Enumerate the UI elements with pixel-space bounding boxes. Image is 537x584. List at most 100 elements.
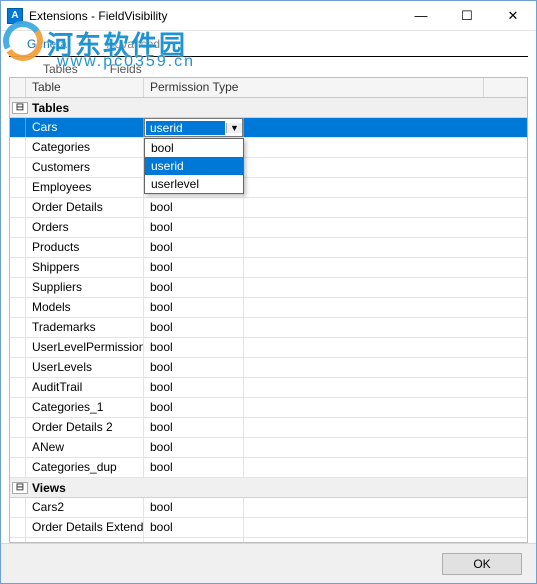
grid-header-expand-col: [10, 78, 26, 97]
table-row[interactable]: Trademarksbool: [10, 318, 527, 338]
dropdown-option[interactable]: userlevel: [145, 175, 243, 193]
row-gutter: [10, 518, 26, 537]
group-label: Views: [30, 481, 66, 495]
cell-permission-type[interactable]: bool: [144, 358, 244, 377]
table-row[interactable]: Shippersbool: [10, 258, 527, 278]
row-gutter: [10, 438, 26, 457]
table-row[interactable]: Order Details Extendedbool: [10, 518, 527, 538]
table-row[interactable]: Suppliersbool: [10, 278, 527, 298]
cell-permission-type[interactable]: bool: [144, 398, 244, 417]
titlebar: A Extensions - FieldVisibility — ☐ ✕: [1, 1, 536, 31]
table-row[interactable]: Cars2bool: [10, 498, 527, 518]
dropdown-option[interactable]: userid: [145, 157, 243, 175]
table-row[interactable]: Orders2bool: [10, 538, 527, 542]
cell-permission-type[interactable]: bool: [144, 418, 244, 437]
row-gutter: [10, 538, 26, 542]
cell-permission-type[interactable]: bool: [144, 498, 244, 517]
table-row[interactable]: Productsbool: [10, 238, 527, 258]
table-row[interactable]: Ordersbool: [10, 218, 527, 238]
row-gutter: [10, 238, 26, 257]
grid-body[interactable]: ⊟TablesCarsuserid▼CategoriesboolCustomer…: [10, 98, 527, 542]
table-row[interactable]: Customersbool: [10, 158, 527, 178]
tab-advanced[interactable]: Advanced: [89, 33, 178, 56]
grid-panel: Table Permission Type ⊟TablesCarsuserid▼…: [9, 77, 528, 543]
cell-table-name: Models: [26, 298, 144, 317]
table-row[interactable]: UserLevelPermissionsbool: [10, 338, 527, 358]
table-row[interactable]: Categories_1bool: [10, 398, 527, 418]
subtab-fields[interactable]: Fields: [94, 59, 158, 79]
close-button[interactable]: ✕: [490, 1, 536, 30]
group-row[interactable]: ⊟Views: [10, 478, 527, 498]
cell-permission-type[interactable]: bool: [144, 318, 244, 337]
cell-table-name: Cars2: [26, 498, 144, 517]
cell-table-name: Shippers: [26, 258, 144, 277]
cell-permission-type[interactable]: bool: [144, 518, 244, 537]
cell-table-name: Orders2: [26, 538, 144, 542]
table-row[interactable]: Modelsbool: [10, 298, 527, 318]
table-row[interactable]: Categories_dupbool: [10, 458, 527, 478]
table-row[interactable]: UserLevelsbool: [10, 358, 527, 378]
window-title: Extensions - FieldVisibility: [29, 9, 398, 23]
grid-header-permission-type[interactable]: Permission Type: [144, 78, 484, 97]
table-row[interactable]: Categoriesbool: [10, 138, 527, 158]
row-gutter: [10, 198, 26, 217]
tabs-primary: GeneralAdvanced: [9, 33, 528, 57]
cell-permission-type[interactable]: bool: [144, 458, 244, 477]
cell-permission-type[interactable]: bool: [144, 438, 244, 457]
cell-table-name: UserLevels: [26, 358, 144, 377]
window: 河东软件园 www.pc0359.cn A Extensions - Field…: [0, 0, 537, 584]
chevron-down-icon[interactable]: ▼: [226, 123, 242, 133]
cell-permission-type[interactable]: bool: [144, 538, 244, 542]
ok-button[interactable]: OK: [442, 553, 522, 575]
cell-permission-type[interactable]: bool: [144, 198, 244, 217]
cell-permission-type[interactable]: bool: [144, 218, 244, 237]
row-gutter: [10, 378, 26, 397]
maximize-button[interactable]: ☐: [444, 1, 490, 30]
group-toggle-icon[interactable]: ⊟: [12, 482, 28, 494]
grid-header-table[interactable]: Table: [26, 78, 144, 97]
cell-table-name: Categories_dup: [26, 458, 144, 477]
cell-permission-type[interactable]: userid▼: [144, 118, 244, 137]
permission-type-dropdown[interactable]: booluseriduserlevel: [144, 138, 244, 194]
cell-table-name: Products: [26, 238, 144, 257]
cell-permission-type[interactable]: bool: [144, 238, 244, 257]
row-gutter: [10, 258, 26, 277]
table-row[interactable]: Order Detailsbool: [10, 198, 527, 218]
dropdown-option[interactable]: bool: [145, 139, 243, 157]
cell-table-name: Categories: [26, 138, 144, 157]
cell-table-name: Employees: [26, 178, 144, 197]
table-row[interactable]: Order Details 2bool: [10, 418, 527, 438]
table-row[interactable]: Employeesbool: [10, 178, 527, 198]
row-gutter: [10, 218, 26, 237]
row-gutter: [10, 138, 26, 157]
row-gutter: [10, 358, 26, 377]
minimize-button[interactable]: —: [398, 1, 444, 30]
cell-table-name: Categories_1: [26, 398, 144, 417]
cell-permission-type[interactable]: bool: [144, 338, 244, 357]
table-row[interactable]: AuditTrailbool: [10, 378, 527, 398]
tab-general[interactable]: General: [9, 33, 88, 56]
permission-type-combobox[interactable]: userid▼: [144, 118, 243, 137]
cell-table-name: Customers: [26, 158, 144, 177]
row-gutter: [10, 158, 26, 177]
table-row[interactable]: ANewbool: [10, 438, 527, 458]
row-gutter: [10, 418, 26, 437]
row-gutter: [10, 118, 26, 137]
table-row[interactable]: Carsuserid▼: [10, 118, 527, 138]
cell-table-name: AuditTrail: [26, 378, 144, 397]
cell-table-name: Cars: [26, 118, 144, 137]
row-gutter: [10, 318, 26, 337]
grid-header: Table Permission Type: [10, 78, 527, 98]
row-gutter: [10, 398, 26, 417]
cell-table-name: Order Details Extended: [26, 518, 144, 537]
row-gutter: [10, 458, 26, 477]
group-row[interactable]: ⊟Tables: [10, 98, 527, 118]
cell-permission-type[interactable]: bool: [144, 378, 244, 397]
app-icon: A: [7, 8, 23, 24]
cell-permission-type[interactable]: bool: [144, 258, 244, 277]
subtab-tables[interactable]: Tables: [27, 59, 94, 79]
cell-permission-type[interactable]: bool: [144, 298, 244, 317]
group-toggle-icon[interactable]: ⊟: [12, 102, 28, 114]
row-gutter: [10, 278, 26, 297]
cell-permission-type[interactable]: bool: [144, 278, 244, 297]
